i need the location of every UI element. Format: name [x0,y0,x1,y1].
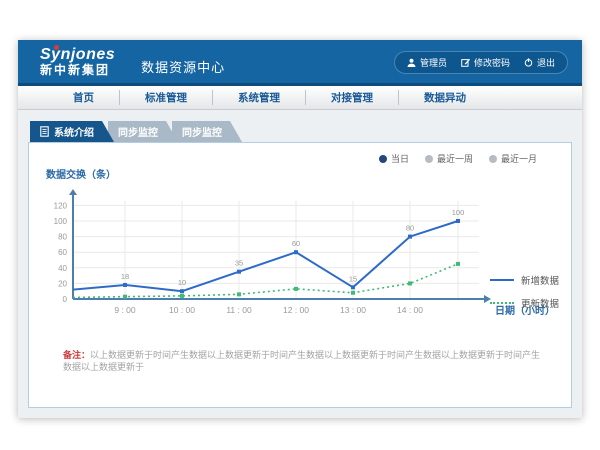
y-axis-title: 数据交换（条） [46,166,116,181]
svg-text:60: 60 [58,248,67,257]
logout-label: 退出 [537,56,555,69]
nav-item-data-change[interactable]: 数据异动 [398,90,491,105]
tab-sync-monitor-2[interactable]: 同步监控 [172,121,242,142]
svg-text:100: 100 [452,208,465,217]
period-label: 最近一周 [437,152,473,165]
series-legend: 新增数据 更新数据 [490,273,559,310]
svg-text:9 : 00: 9 : 00 [114,305,136,315]
footnote-text: 以上数据更新于时间产生数据以上数据更新于时间产生数据以上数据更新于时间产生数据以… [63,350,540,372]
app-window: Synjones 新中新集团 数据资源中心 管理员 修改密码 退出 首页 标准管… [18,40,582,418]
nav-item-home[interactable]: 首页 [48,90,119,105]
document-icon [40,126,49,137]
logo-text: Synjones [40,47,115,64]
tab-label: 同步监控 [182,124,222,139]
tab-label: 同步监控 [118,124,158,139]
svg-text:11 : 00: 11 : 00 [226,305,252,315]
nav-item-standard-mgmt[interactable]: 标准管理 [119,90,212,105]
tab-label: 系统介绍 [54,124,94,139]
svg-text:0: 0 [63,295,68,304]
nav-item-interface-mgmt[interactable]: 对接管理 [305,90,398,105]
svg-text:120: 120 [54,201,68,210]
logo-accent-dot [54,45,59,50]
tab-sync-monitor-1[interactable]: 同步监控 [108,121,178,142]
change-password-button[interactable]: 修改密码 [461,56,510,69]
user-icon [407,58,416,67]
svg-text:60: 60 [292,239,300,248]
chart-panel: 当日 最近一周 最近一月 数据交换（条） 0 20 40 60 80 100 120 9 : … [28,142,572,408]
radio-dot-icon [425,155,433,163]
tab-bar: 系统介绍 同步监控 同步监控 [30,121,572,142]
period-option-last-week[interactable]: 最近一周 [425,152,473,165]
user-label: 管理员 [420,56,447,69]
user-actions-bar: 管理员 修改密码 退出 [394,51,568,74]
svg-text:12 : 00: 12 : 00 [283,305,309,315]
logout-button[interactable]: 退出 [524,56,555,69]
logo-subtext: 新中新集团 [40,64,115,77]
period-label: 最近一月 [501,152,537,165]
content-area: 系统介绍 同步监控 同步监控 当日 最近一周 [18,110,582,415]
svg-text:40: 40 [58,264,67,273]
svg-text:14 : 00: 14 : 00 [397,305,423,315]
period-radio-group: 当日 最近一周 最近一月 [379,152,537,165]
app-header: Synjones 新中新集团 数据资源中心 管理员 修改密码 退出 [18,40,582,86]
svg-text:20: 20 [58,279,67,288]
svg-text:18: 18 [121,272,129,281]
period-option-today[interactable]: 当日 [379,152,409,165]
svg-text:10 : 00: 10 : 00 [169,305,195,315]
page-title: 数据资源中心 [141,57,225,76]
chart-canvas: 0 20 40 60 80 100 120 9 : 00 10 : 00 11 : 00 12 : … [33,181,571,341]
solid-line-icon [490,279,514,281]
change-password-label: 修改密码 [474,56,510,69]
power-icon [524,58,533,67]
dotted-line-icon [490,302,514,304]
legend-label: 新增数据 [521,273,559,287]
legend-item-new-data[interactable]: 新增数据 [490,273,559,287]
nav-item-system-mgmt[interactable]: 系统管理 [212,90,305,105]
period-label: 当日 [391,152,409,165]
user-button[interactable]: 管理员 [407,56,447,69]
footnote-label: 备注： [63,350,90,360]
svg-text:15: 15 [349,274,357,283]
svg-text:80: 80 [406,224,414,233]
radio-dot-icon [489,155,497,163]
legend-label: 更新数据 [521,296,559,310]
tab-system-intro[interactable]: 系统介绍 [30,121,114,142]
svg-text:10: 10 [178,278,186,287]
svg-text:100: 100 [54,217,68,226]
svg-text:13 : 00: 13 : 00 [340,305,366,315]
legend-item-updated-data[interactable]: 更新数据 [490,296,559,310]
line-chart: 0 20 40 60 80 100 120 9 : 00 10 : 00 11 : 00 12 : … [33,181,571,341]
period-option-last-month[interactable]: 最近一月 [489,152,537,165]
radio-dot-icon [379,155,387,163]
footnote: 备注：以上数据更新于时间产生数据以上数据更新于时间产生数据以上数据更新于时间产生… [63,350,543,373]
edit-icon [461,58,470,67]
main-nav: 首页 标准管理 系统管理 对接管理 数据异动 [18,86,582,110]
svg-text:80: 80 [58,233,67,242]
brand-logo: Synjones 新中新集团 [40,47,115,76]
svg-text:35: 35 [235,259,243,268]
